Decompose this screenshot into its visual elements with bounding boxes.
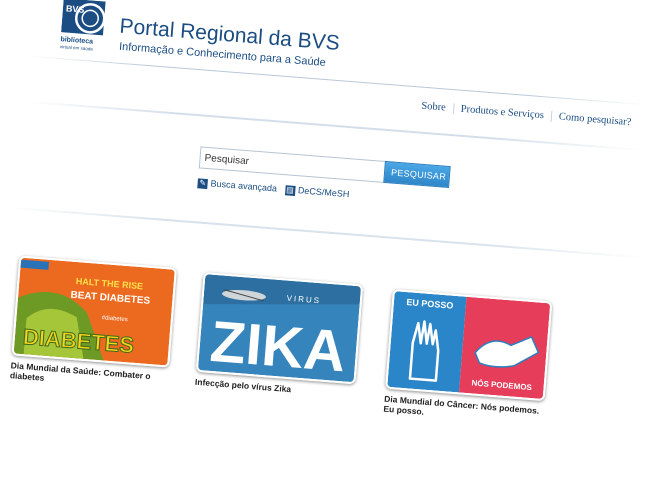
zika-image-art: VIRUS ZIKA [197,274,362,384]
portal-page: BVS biblioteca virtual em saúde Portal R… [0,0,654,449]
card-diabetes[interactable]: HALT THE RISE BEAT DIABETES #diabetes DI… [10,255,177,393]
top-nav: Sobre Produtos e Serviços Como pesquisar… [414,100,639,129]
zika-image[interactable]: VIRUS ZIKA [195,272,364,385]
decs-mesh-link[interactable]: ▤ DeCS/MeSH [284,184,350,200]
search-links: ✎ Busca avançada ▤ DeCS/MeSH [197,177,350,200]
cancer-image-art: EU POSSO NÓS PODEMOS [387,291,551,400]
pencil-icon: ✎ [197,177,209,189]
logo-bvs-text: BVS [66,3,85,14]
bvs-logo-icon: BVS biblioteca virtual em saúde [60,0,106,52]
header-divider [27,55,646,106]
search-divider [5,206,644,259]
nav-divider [23,100,642,152]
card-cancer[interactable]: EU POSSO NÓS PODEMOS Dia Mundial do Cânc… [383,288,553,426]
advanced-search-label: Busca avançada [210,178,278,194]
nav-item-produtos-servicos[interactable]: Produtos e Serviços [452,103,552,122]
rotated-content: BVS biblioteca virtual em saúde Portal R… [0,0,654,494]
advanced-search-link[interactable]: ✎ Busca avançada [197,177,277,194]
diabetes-image-art: HALT THE RISE BEAT DIABETES #diabetes DI… [13,257,175,366]
book-icon: ▤ [284,184,296,196]
nav-item-como-pesquisar[interactable]: Como pesquisar? [550,110,639,129]
zika-big-text: ZIKA [208,309,348,382]
decs-mesh-label: DeCS/MeSH [297,185,350,200]
card-zika[interactable]: VIRUS ZIKA Infecção pelo vírus Zika [195,272,364,399]
diabetes-image[interactable]: HALT THE RISE BEAT DIABETES #diabetes DI… [11,255,177,368]
search-button[interactable]: PESQUISAR [383,160,451,189]
nav-item-sobre[interactable]: Sobre [414,100,453,114]
cancer-image[interactable]: EU POSSO NÓS PODEMOS [385,288,553,402]
bvs-logo[interactable]: BVS biblioteca virtual em saúde [60,0,114,54]
search-input[interactable] [198,146,385,183]
